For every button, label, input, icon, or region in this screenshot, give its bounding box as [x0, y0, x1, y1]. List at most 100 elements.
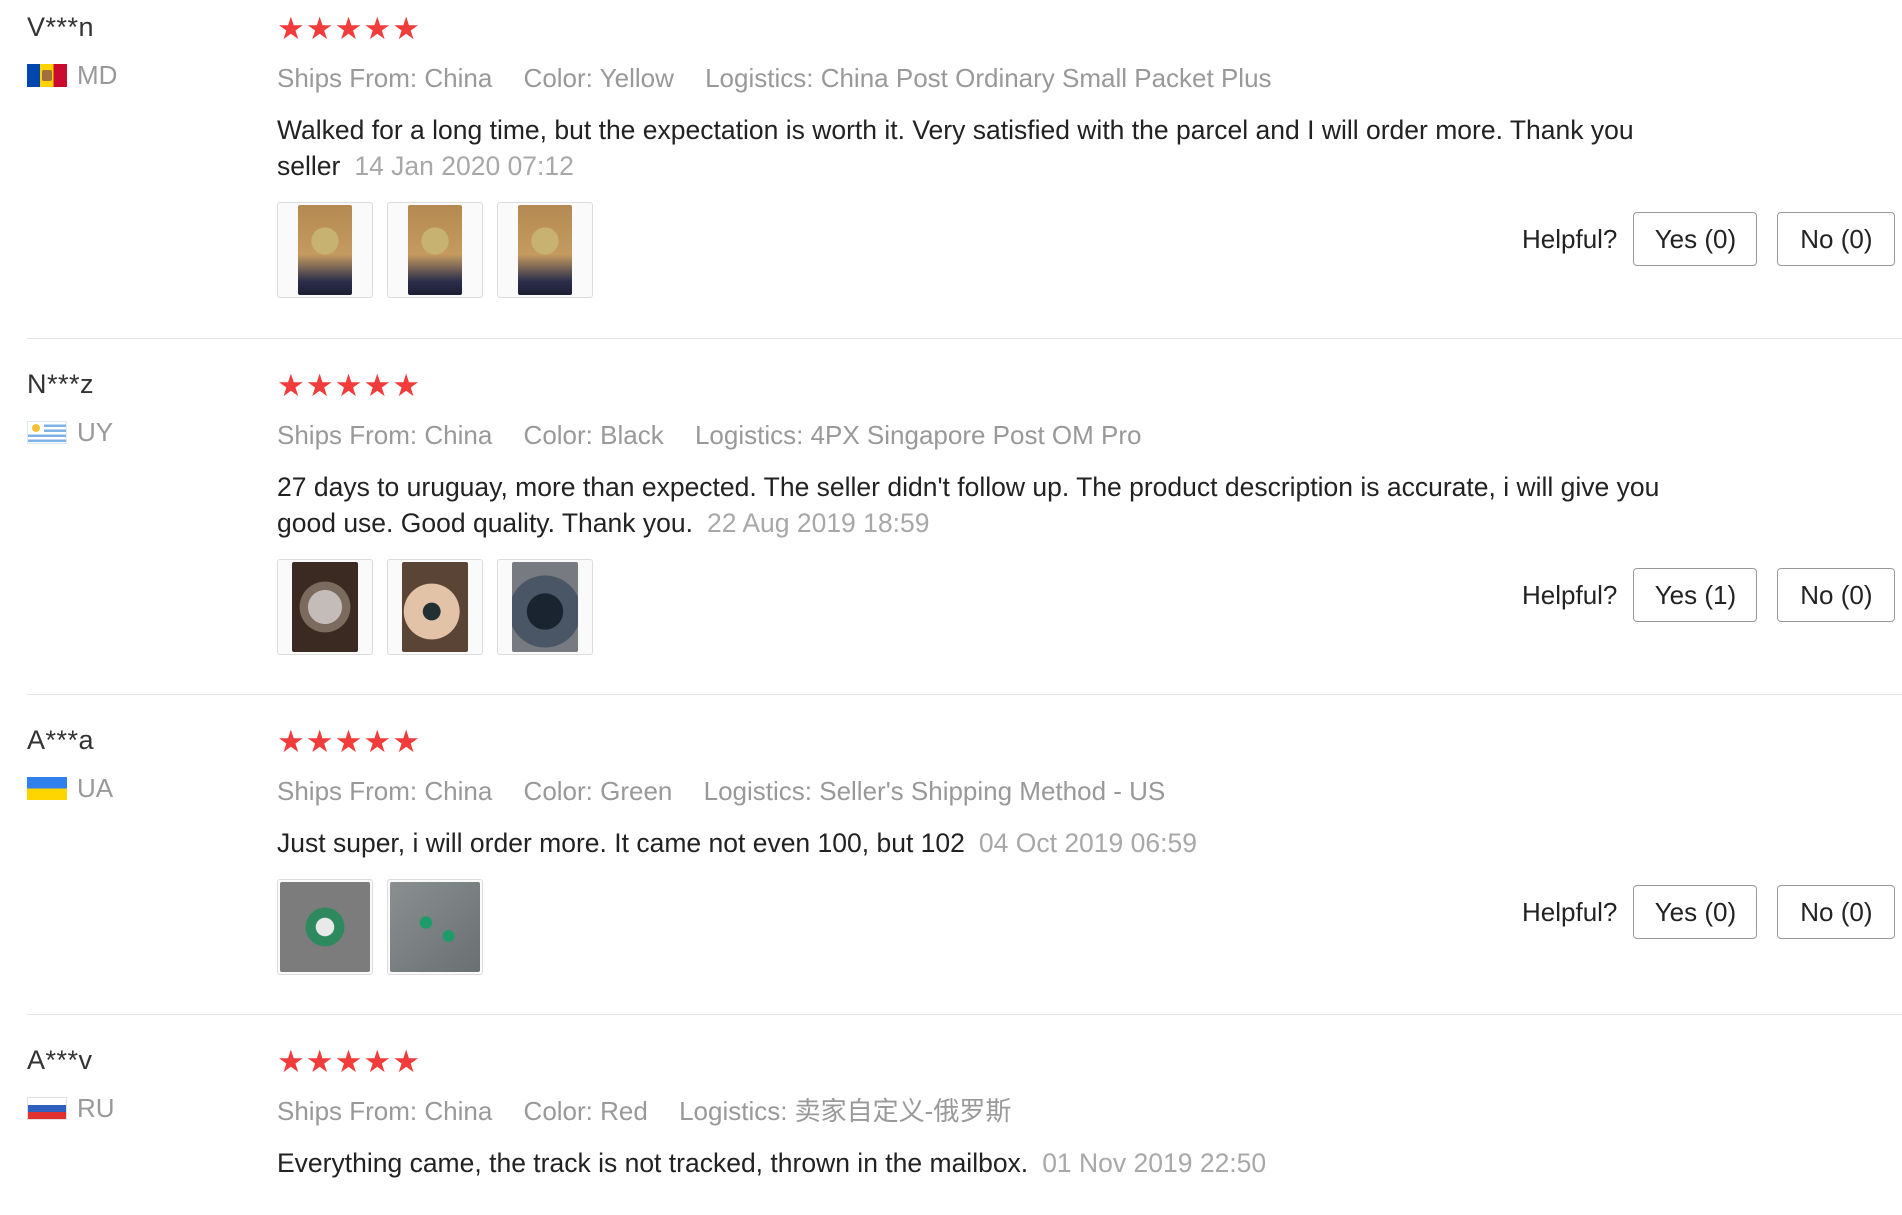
review-photos	[277, 559, 1717, 655]
helpful-label: Helpful?	[1522, 224, 1618, 254]
review-content: ★ ★ ★ ★ ★ Ships From: China Color: Yello…	[277, 14, 1717, 298]
star-rating: ★ ★ ★ ★ ★	[277, 1044, 1717, 1080]
review-photo[interactable]	[497, 202, 593, 298]
reviewer-name: N***z	[27, 369, 95, 399]
helpful-vote: Helpful? Yes (0) No (0)	[1522, 212, 1902, 266]
ships-from: Ships From: China	[277, 420, 493, 450]
star-icon: ★	[277, 11, 305, 47]
review-photo[interactable]	[277, 879, 373, 975]
order-meta: Ships From: China Color: Black Logistics…	[277, 419, 1717, 451]
order-meta: Ships From: China Color: Red Logistics: …	[277, 1095, 1717, 1127]
reviewer-name: A***v	[27, 1045, 93, 1075]
order-meta: Ships From: China Color: Green Logistics…	[277, 775, 1717, 807]
review-item: N***z UY ★ ★ ★ ★ ★ Ships From: China Col…	[0, 339, 1902, 695]
star-icon: ★	[334, 1044, 363, 1080]
review-date: 22 Aug 2019 18:59	[706, 508, 930, 538]
helpful-yes-button[interactable]: Yes (1)	[1633, 568, 1758, 622]
review-photos	[277, 202, 1717, 298]
review-photo[interactable]	[497, 559, 593, 655]
star-icon: ★	[392, 368, 420, 404]
item-color: Color: Yellow	[523, 63, 674, 93]
star-icon: ★	[363, 368, 392, 404]
reviewer-country: UA	[27, 773, 247, 803]
helpful-label: Helpful?	[1522, 897, 1618, 927]
ships-from: Ships From: China	[277, 776, 493, 806]
helpful-yes-button[interactable]: Yes (0)	[1633, 212, 1758, 266]
ships-from: Ships From: China	[277, 63, 493, 93]
star-icon: ★	[277, 724, 305, 760]
star-icon: ★	[392, 1044, 420, 1080]
star-icon: ★	[277, 1044, 305, 1080]
review-photo[interactable]	[387, 202, 483, 298]
star-icon: ★	[392, 11, 420, 47]
review-text: Just super, i will order more. It came n…	[277, 825, 1717, 861]
reviewer-country: RU	[27, 1093, 247, 1123]
review-text: Everything came, the track is not tracke…	[277, 1145, 1717, 1181]
helpful-no-button[interactable]: No (0)	[1777, 212, 1896, 266]
review-text: 27 days to uruguay, more than expected. …	[277, 469, 1717, 541]
helpful-vote: Helpful? Yes (1) No (0)	[1522, 568, 1902, 622]
star-rating: ★ ★ ★ ★ ★	[277, 724, 1717, 760]
review-photo[interactable]	[277, 559, 373, 655]
item-color: Color: Red	[523, 1096, 648, 1126]
reviewer-country: UY	[27, 417, 247, 447]
star-icon: ★	[305, 724, 334, 760]
flag-ua-icon	[27, 776, 67, 800]
review-photo[interactable]	[387, 559, 483, 655]
review-text: Walked for a long time, but the expectat…	[277, 112, 1717, 184]
helpful-yes-button[interactable]: Yes (0)	[1633, 885, 1758, 939]
star-rating: ★ ★ ★ ★ ★	[277, 368, 1717, 404]
review-content: ★ ★ ★ ★ ★ Ships From: China Color: Red L…	[277, 1047, 1717, 1181]
review-list: V***n MD ★ ★ ★ ★ ★ Ships From: China Col…	[0, 0, 1902, 1215]
star-icon: ★	[363, 1044, 392, 1080]
reviewer-info: A***v RU	[27, 1043, 247, 1123]
review-date: 14 Jan 2020 07:12	[354, 151, 574, 181]
review-content: ★ ★ ★ ★ ★ Ships From: China Color: Black…	[277, 371, 1717, 655]
review-body: Just super, i will order more. It came n…	[277, 828, 965, 858]
star-icon: ★	[334, 11, 363, 47]
country-code: MD	[77, 60, 118, 90]
reviewer-info: A***a UA	[27, 723, 247, 803]
helpful-no-button[interactable]: No (0)	[1777, 568, 1896, 622]
reviewer-name: A***a	[27, 725, 95, 755]
star-icon: ★	[363, 11, 392, 47]
review-photos	[277, 879, 1717, 975]
star-icon: ★	[392, 724, 420, 760]
ships-from: Ships From: China	[277, 1096, 493, 1126]
review-item: A***a UA ★ ★ ★ ★ ★ Ships From: China Col…	[0, 695, 1902, 1015]
star-icon: ★	[305, 1044, 334, 1080]
review-photo[interactable]	[277, 202, 373, 298]
star-icon: ★	[305, 11, 334, 47]
logistics: Logistics: 4PX Singapore Post OM Pro	[694, 420, 1142, 450]
reviewer-name: V***n	[27, 12, 95, 42]
review-item: A***v RU ★ ★ ★ ★ ★ Ships From: China Col…	[0, 1015, 1902, 1215]
flag-uy-icon	[27, 420, 67, 444]
star-icon: ★	[334, 724, 363, 760]
review-body: 27 days to uruguay, more than expected. …	[277, 472, 1660, 538]
order-meta: Ships From: China Color: Yellow Logistic…	[277, 62, 1717, 94]
review-item: V***n MD ★ ★ ★ ★ ★ Ships From: China Col…	[0, 0, 1902, 339]
logistics: Logistics: 卖家自定义-俄罗斯	[679, 1096, 1012, 1126]
helpful-label: Helpful?	[1522, 580, 1618, 610]
logistics: Logistics: Seller's Shipping Method - US	[703, 776, 1166, 806]
helpful-no-button[interactable]: No (0)	[1777, 885, 1896, 939]
reviewer-info: V***n MD	[27, 10, 247, 90]
star-icon: ★	[334, 368, 363, 404]
reviewer-country: MD	[27, 60, 247, 90]
country-code: UY	[77, 417, 114, 447]
review-date: 04 Oct 2019 06:59	[978, 828, 1197, 858]
star-rating: ★ ★ ★ ★ ★	[277, 11, 1717, 47]
review-photo[interactable]	[387, 879, 483, 975]
flag-md-icon	[27, 63, 67, 87]
star-icon: ★	[277, 368, 305, 404]
helpful-vote: Helpful? Yes (0) No (0)	[1522, 885, 1902, 939]
country-code: UA	[77, 773, 114, 803]
country-code: RU	[77, 1093, 115, 1123]
flag-ru-icon	[27, 1096, 67, 1120]
star-icon: ★	[305, 368, 334, 404]
item-color: Color: Black	[523, 420, 664, 450]
star-icon: ★	[363, 724, 392, 760]
item-color: Color: Green	[523, 776, 673, 806]
review-date: 01 Nov 2019 22:50	[1042, 1148, 1267, 1178]
review-body: Everything came, the track is not tracke…	[277, 1148, 1029, 1178]
